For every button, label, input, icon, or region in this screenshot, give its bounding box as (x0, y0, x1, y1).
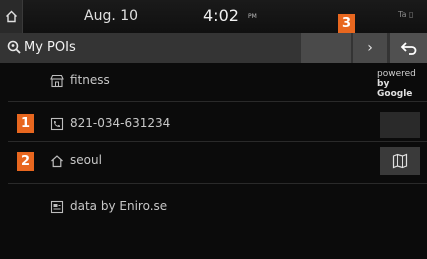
data-source-text: data by Eniro.se (70, 199, 168, 213)
callout-marker-2: 2 (17, 152, 34, 171)
divider (8, 101, 427, 102)
store-icon (50, 74, 64, 88)
chevron-right-icon: › (367, 40, 373, 56)
divider (8, 141, 427, 142)
list-item-category: fitness powered by Google (0, 63, 427, 101)
poi-detail-screen: Aug. 10 4:02 PM Ta ▯ My POIs › 3 fitness… (0, 0, 427, 259)
category-text: fitness (70, 73, 110, 87)
data-icon (50, 200, 64, 214)
phone-icon (50, 117, 64, 131)
home-icon (51, 155, 63, 168)
powered-by-google-logo: powered by Google (377, 69, 416, 99)
list-item-phone: 821-034-631234 (0, 106, 427, 144)
status-ampm: PM (248, 13, 257, 20)
status-time: 4:02 (203, 6, 239, 25)
list-item-data-source: data by Eniro.se (0, 189, 427, 227)
status-bar: Aug. 10 4:02 PM Ta ▯ (0, 0, 427, 33)
poi-header: My POIs › (0, 33, 427, 63)
poi-search-icon (7, 40, 21, 54)
prev-button[interactable] (301, 33, 351, 63)
callout-marker-1: 1 (17, 114, 34, 133)
next-button[interactable]: › (353, 33, 387, 63)
back-button[interactable] (390, 33, 427, 63)
phone-number: 821-034-631234 (70, 116, 171, 130)
header-title-area: My POIs (0, 33, 300, 63)
divider (8, 183, 427, 184)
page-title: My POIs (24, 40, 76, 55)
home-button[interactable] (0, 0, 23, 33)
address-text: seoul (70, 153, 102, 167)
callout-marker-3: 3 (338, 14, 355, 33)
list-item-address: seoul (0, 143, 427, 181)
back-arrow-icon (400, 42, 416, 55)
map-button[interactable] (380, 147, 420, 175)
map-icon (392, 153, 408, 169)
status-signal: Ta ▯ (398, 10, 414, 19)
call-button[interactable] (380, 112, 420, 138)
status-date: Aug. 10 (84, 8, 139, 24)
home-icon (5, 10, 17, 23)
